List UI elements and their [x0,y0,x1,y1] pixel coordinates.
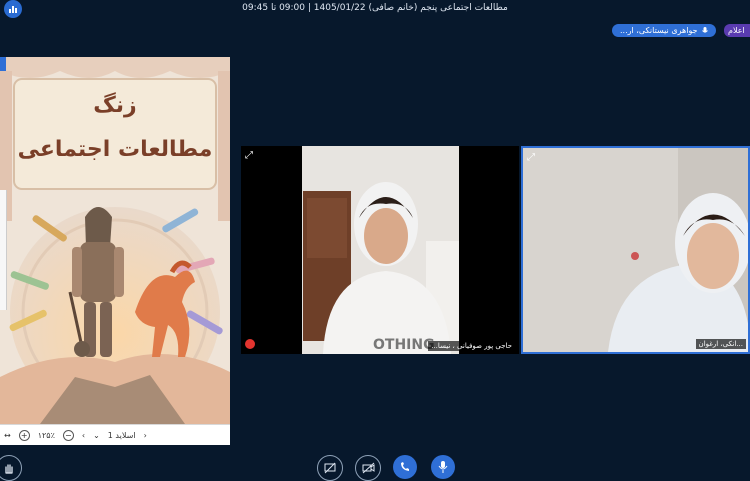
side-collapse-tab[interactable] [0,190,7,310]
video-tile-1[interactable]: OTHING ⤢ حاجی پور صوفیانی ، نیسا... [241,146,519,354]
participant-name-1: حاجی پور صوفیانی ، نیسا... [428,341,515,351]
prev-slide-icon[interactable]: ‹ [82,431,85,440]
camera-button[interactable] [355,455,381,481]
fit-width-icon[interactable]: ↔ [4,431,11,440]
video-tile-2[interactable]: ⤢ ...انکی، ارغوان [521,146,750,354]
slide-selector[interactable]: اسلاید 1 [108,431,136,440]
slide-toolbar: ↔ + ۱۲۵٪ − ‹ ⌄ اسلاید 1 › [0,424,230,445]
presenter-marker [0,57,6,71]
participant-video-2 [523,148,748,352]
slide-title-line1: زنگ [93,93,137,118]
phone-icon [401,462,409,471]
zoom-in-button[interactable]: + [18,430,30,441]
expand-icon[interactable]: ⤢ [527,152,538,163]
mic-muted-icon [245,339,255,349]
mic-icon [438,461,448,473]
slide-title-line2: مطالعات اجتماعی [17,137,213,162]
expand-icon[interactable]: ⤢ [245,150,256,161]
zoom-level: ۱۲۵٪ [37,431,55,440]
notification-tag[interactable]: اعلام [724,24,750,37]
participant-name-2: ...انکی، ارغوان [695,339,746,349]
screen-share-off-icon [324,462,336,474]
active-speaker-badge[interactable]: جواهری نیستانکی، ار... [612,24,716,37]
screen-share-button[interactable] [317,455,343,481]
participant-video-1: OTHING [241,146,519,354]
microphone-button[interactable] [431,455,455,479]
svg-text:OTHING: OTHING [373,337,435,353]
active-speaker-name: جواهری نیستانکی، ار... [620,26,698,35]
hand-icon [5,464,13,474]
slide-dropdown-icon[interactable]: ⌄ [93,431,100,440]
phone-button[interactable] [393,455,417,479]
camera-off-icon [362,462,374,474]
mic-icon [701,26,708,33]
session-title: مطالعات اجتماعی پنجم (خانم صافی) 1405/01… [242,3,508,13]
raise-hand-button[interactable] [0,455,22,481]
next-slide-icon[interactable]: › [144,431,147,440]
zoom-out-button[interactable]: − [62,430,74,441]
presentation-panel[interactable]: زنگ مطالعات اجتماعی ↔ + ۱۲۵٪ − ‹ ⌄ اسلای… [0,57,230,445]
